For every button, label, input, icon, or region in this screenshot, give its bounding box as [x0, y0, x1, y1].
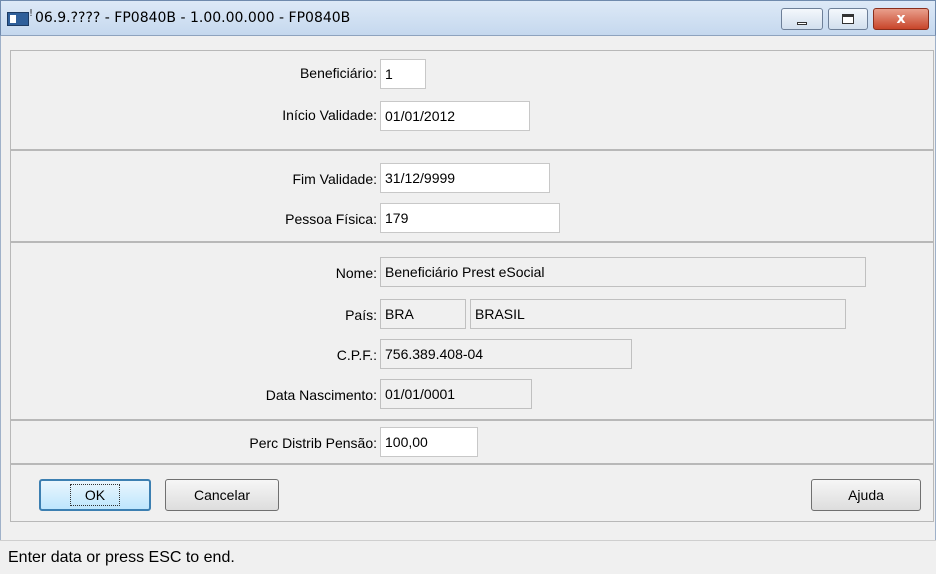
pais-label: País:: [345, 307, 377, 323]
beneficiario-label: Beneficiário:: [299, 65, 377, 81]
title-bar[interactable]: ! 06.9.???? - FP0840B - 1.00.00.000 - FP…: [0, 0, 936, 36]
pension-panel: Perc Distrib Pensão:: [10, 420, 934, 464]
close-icon: x: [896, 11, 906, 27]
button-panel: OK Cancelar Ajuda: [10, 464, 934, 522]
inicio-validade-field[interactable]: [380, 101, 530, 131]
dialog-body: Beneficiário: Início Validade: Fim Valid…: [0, 36, 936, 574]
ok-button[interactable]: OK: [39, 479, 151, 511]
cpf-field: 756.389.408-04: [380, 339, 632, 369]
close-button[interactable]: x: [873, 8, 929, 30]
pessoa-fisica-label: Pessoa Física:: [285, 211, 377, 227]
ok-button-label: OK: [69, 484, 121, 506]
beneficiario-field[interactable]: [380, 59, 426, 89]
window-title: 06.9.???? - FP0840B - 1.00.00.000 - FP08…: [35, 10, 351, 26]
status-bar: Enter data or press ESC to end.: [0, 540, 936, 574]
perc-distrib-pensao-label: Perc Distrib Pensão:: [249, 435, 377, 451]
pais-name-field: BRASIL: [470, 299, 846, 329]
validity-panel: Fim Validade: Pessoa Física:: [10, 150, 934, 242]
minimize-icon: [797, 21, 807, 25]
cancel-button-label: Cancelar: [193, 487, 251, 503]
minimize-button[interactable]: [781, 8, 823, 30]
inicio-validade-label: Início Validade:: [282, 107, 377, 123]
pais-code-field: BRA: [380, 299, 466, 329]
pessoa-fisica-field[interactable]: [380, 203, 560, 233]
perc-distrib-pensao-field[interactable]: [380, 427, 478, 457]
data-nascimento-label: Data Nascimento:: [265, 387, 377, 403]
nome-field: Beneficiário Prest eSocial: [380, 257, 866, 287]
help-button[interactable]: Ajuda: [811, 479, 921, 511]
maximize-button[interactable]: [828, 8, 868, 30]
data-nascimento-field: 01/01/0001: [380, 379, 532, 409]
key-panel: Beneficiário: Início Validade:: [10, 50, 934, 150]
fim-validade-label: Fim Validade:: [292, 171, 377, 187]
app-icon: !: [7, 8, 33, 26]
cancel-button[interactable]: Cancelar: [165, 479, 279, 511]
fim-validade-field[interactable]: [380, 163, 550, 193]
maximize-icon: [842, 14, 854, 24]
cpf-label: C.P.F.:: [336, 347, 377, 363]
person-info-panel: Nome: Beneficiário Prest eSocial País: B…: [10, 242, 934, 420]
nome-label: Nome:: [335, 265, 377, 281]
help-button-label: Ajuda: [848, 487, 884, 503]
status-text: Enter data or press ESC to end.: [8, 549, 235, 566]
